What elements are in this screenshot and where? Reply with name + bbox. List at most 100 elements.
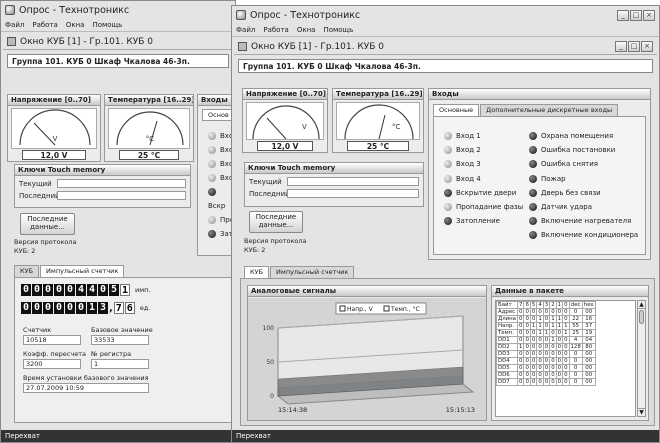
- table-row[interactable]: DD6 0 0 0 0 0 0 0 0 0 00: [496, 371, 596, 379]
- last-key-label: Последний: [249, 189, 290, 198]
- table-cell: 00: [581, 378, 596, 386]
- input-status-icon: [444, 174, 452, 183]
- tab-extra-inputs[interactable]: Дополнительные дискретные входы: [480, 104, 619, 116]
- register-field[interactable]: 1: [91, 359, 149, 369]
- menu-windows[interactable]: Окна: [297, 26, 316, 34]
- svg-text:°C: °C: [146, 135, 155, 143]
- current-key-field[interactable]: [287, 177, 419, 186]
- table-cell: 4: [568, 336, 583, 344]
- back-menu-bar: Файл Работа Окна Помощь: [1, 19, 235, 32]
- table-row[interactable]: Темп. 0 0 0 1 1 0 0 1 25 19: [496, 329, 596, 337]
- input-label: Включение кондиционера: [541, 231, 639, 240]
- menu-work[interactable]: Работа: [32, 21, 57, 29]
- last-key-field[interactable]: [287, 189, 419, 198]
- minimize-button[interactable]: _: [617, 9, 629, 21]
- scroll-thumb[interactable]: [639, 310, 644, 324]
- back-title-bar[interactable]: Опрос - Технотроникс: [1, 1, 235, 19]
- y-tick-label: 0: [270, 393, 274, 400]
- input-item: Включение нагревателя: [529, 214, 638, 228]
- inner-minimize-button[interactable]: _: [615, 41, 627, 52]
- tab-pulse-counter[interactable]: Импульсный счетчик: [40, 265, 125, 277]
- menu-work[interactable]: Работа: [263, 26, 288, 34]
- table-row[interactable]: Длина 0 0 0 1 0 1 1 0 22 16: [496, 315, 596, 323]
- tab-main-inputs[interactable]: Основные: [433, 104, 480, 116]
- input-label: Датчик удара: [541, 203, 592, 212]
- menu-help[interactable]: Помощь: [92, 21, 122, 29]
- tab-kub[interactable]: КУБ: [244, 266, 270, 278]
- table-row[interactable]: Напр. 0 0 1 1 0 1 1 1 55 37: [496, 322, 596, 330]
- tab-pulse-counter[interactable]: Импульсный счетчик: [270, 266, 355, 278]
- front-inner-title[interactable]: Окно КУБ [1] - Гр.101. КУБ 0 _ □ ×: [234, 39, 657, 55]
- y-tick-label: 50: [266, 359, 274, 366]
- table-row[interactable]: DD5 0 0 0 0 0 0 0 0 0 00: [496, 364, 596, 372]
- table-header-cell: Байт: [496, 301, 518, 309]
- table-row[interactable]: DD3 0 0 0 0 0 0 0 0 0 00: [496, 350, 596, 358]
- packet-scrollbar[interactable]: ▲ ▼: [637, 300, 646, 417]
- voltage-value: 12,0 V: [22, 150, 86, 160]
- input-status-icon: [444, 188, 452, 197]
- inner-close-button[interactable]: ×: [641, 41, 653, 52]
- menu-file[interactable]: Файл: [5, 21, 24, 29]
- voltage-gauge: V: [11, 108, 97, 149]
- input-label: Вход 1: [456, 132, 481, 140]
- table-cell: 00: [581, 308, 596, 316]
- current-key-field[interactable]: [57, 179, 186, 188]
- table-cell: 00: [581, 350, 596, 358]
- front-app-window: Опрос - Технотроникс _ □ × Файл Работа Окн…: [231, 5, 660, 443]
- table-row[interactable]: DD4 0 0 0 0 0 0 0 0 0 00: [496, 357, 596, 365]
- scroll-down-icon[interactable]: ▼: [638, 408, 645, 416]
- table-cell: Напр.: [496, 322, 518, 330]
- table-cell: 55: [568, 322, 583, 330]
- table-row[interactable]: DD1 0 0 0 0 0 1 0 0 4 04: [496, 336, 596, 344]
- input-item: Охрана помещения: [529, 129, 638, 143]
- coef-field[interactable]: 3200: [23, 359, 81, 369]
- front-bottom-tabs: КУБ Импульсный счетчик: [244, 266, 355, 278]
- table-cell: 37: [581, 322, 596, 330]
- counter-digit: 0: [32, 302, 42, 314]
- last-key-field[interactable]: [57, 191, 186, 200]
- front-window-title: Окно КУБ [1] - Гр.101. КУБ 0: [251, 41, 384, 52]
- x-tick-label: 15:15:13: [446, 406, 475, 414]
- table-row[interactable]: DD2 1 0 0 0 0 0 0 0 128 80: [496, 343, 596, 351]
- front-temp-panel: Температура [16..29] °C 25 °C: [332, 88, 424, 153]
- kub-tab-content: Аналоговые сигналы 100 50 0 Напр., V Темп., …: [240, 278, 655, 426]
- menu-windows[interactable]: Окна: [66, 21, 85, 29]
- table-header-cell: hex: [581, 301, 596, 309]
- voltage-header: Напряжение [0..70]: [243, 89, 327, 100]
- voltage-unit: V: [302, 123, 307, 131]
- counter-panel: 0 0 0 0 0 4 4 0 5 1 имп. 0 0 0 0 0 0 1 3, 7 6 ед. Счетчик 10…: [14, 277, 234, 423]
- table-cell: DD1: [496, 336, 518, 344]
- inner-maximize-button[interactable]: □: [628, 41, 640, 52]
- scroll-up-icon[interactable]: ▲: [638, 301, 645, 309]
- counter-digit: 3: [98, 302, 108, 314]
- input-status-icon: [529, 146, 537, 155]
- temp-gauge: °C: [336, 102, 420, 140]
- front-last-data-button[interactable]: Последние данные...: [249, 211, 303, 233]
- back-keys-panel: Ключи Touch memory Текущий Последний: [14, 164, 191, 208]
- maximize-button[interactable]: □: [630, 9, 642, 21]
- counter-field[interactable]: 10518: [23, 335, 81, 345]
- back-inner-title[interactable]: Окно КУБ [1] - Гр.101. КУБ 0: [3, 34, 233, 50]
- base-field[interactable]: 33533: [91, 335, 149, 345]
- window-icon: [238, 42, 247, 51]
- analog-chart: 100 50 0 Напр., V Темп., °C 15:14:38 15:15:13: [248, 298, 486, 420]
- menu-help[interactable]: Помощь: [323, 26, 353, 34]
- input-label: Пропадание фазы: [456, 203, 524, 212]
- menu-file[interactable]: Файл: [236, 26, 255, 34]
- tab-main[interactable]: Основ: [202, 109, 235, 121]
- table-row[interactable]: DD7 0 0 0 0 0 0 0 0 0 00: [496, 378, 596, 386]
- protocol-label: Версия протокола: [244, 237, 307, 245]
- counter-digit: 6: [124, 302, 135, 314]
- back-last-data-button[interactable]: Последние данные...: [20, 213, 75, 235]
- tab-kub[interactable]: КУБ: [14, 265, 40, 277]
- inputs-header: Входы: [429, 89, 650, 100]
- front-group-label: Группа 101. КУБ 0 Шкаф Чкалова 46-3п.: [238, 59, 653, 73]
- input-item: Затопление: [444, 214, 523, 228]
- time-field[interactable]: 27.07.2009 10:59: [23, 383, 149, 393]
- table-cell: 0: [568, 357, 583, 365]
- close-button[interactable]: ×: [643, 9, 655, 21]
- table-row[interactable]: Адрес 0 0 0 0 0 0 0 0 0 00: [496, 308, 596, 316]
- front-title-bar[interactable]: Опрос - Технотроникс _ □ ×: [232, 6, 659, 24]
- table-cell: 25: [568, 329, 583, 337]
- svg-text:V: V: [53, 135, 58, 143]
